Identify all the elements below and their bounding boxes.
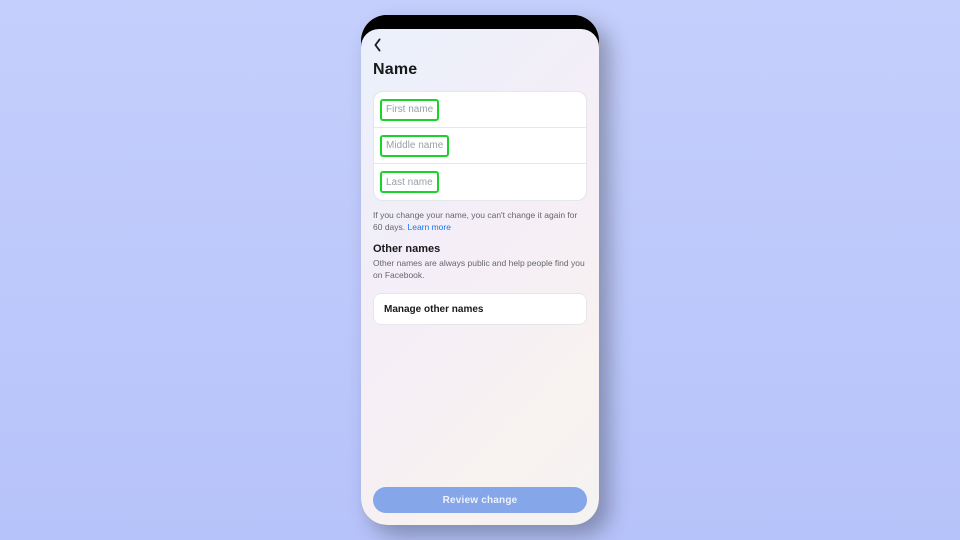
name-change-info: If you change your name, you can't chang… [373, 209, 587, 233]
middle-name-row[interactable]: Middle name [374, 128, 586, 164]
flex-spacer [373, 325, 587, 487]
last-name-row[interactable]: Last name [374, 164, 586, 200]
review-change-label: Review change [443, 495, 518, 506]
name-fields-card: First name Middle name Last name [373, 91, 587, 201]
middle-name-placeholder: Middle name [386, 140, 443, 151]
name-settings-screen: Name First name Middle name Last name [361, 29, 599, 525]
back-button[interactable] [373, 39, 389, 55]
review-change-button[interactable]: Review change [373, 487, 587, 513]
phone-frame: Name First name Middle name Last name [361, 15, 599, 525]
other-names-title: Other names [373, 243, 587, 255]
manage-other-names-label: Manage other names [384, 304, 483, 315]
highlight-box: Last name [380, 171, 439, 193]
phone: Name First name Middle name Last name [361, 15, 599, 525]
page-title: Name [373, 61, 587, 79]
info-text: If you change your name, you can't chang… [373, 210, 577, 232]
highlight-box: Middle name [380, 135, 449, 157]
highlight-box: First name [380, 99, 439, 121]
status-bar [361, 15, 599, 29]
first-name-placeholder: First name [386, 104, 433, 115]
chevron-left-icon [373, 38, 382, 57]
first-name-row[interactable]: First name [374, 92, 586, 128]
learn-more-link[interactable]: Learn more [408, 222, 451, 232]
last-name-placeholder: Last name [386, 177, 433, 188]
manage-other-names-button[interactable]: Manage other names [373, 293, 587, 325]
other-names-desc: Other names are always public and help p… [373, 257, 587, 281]
